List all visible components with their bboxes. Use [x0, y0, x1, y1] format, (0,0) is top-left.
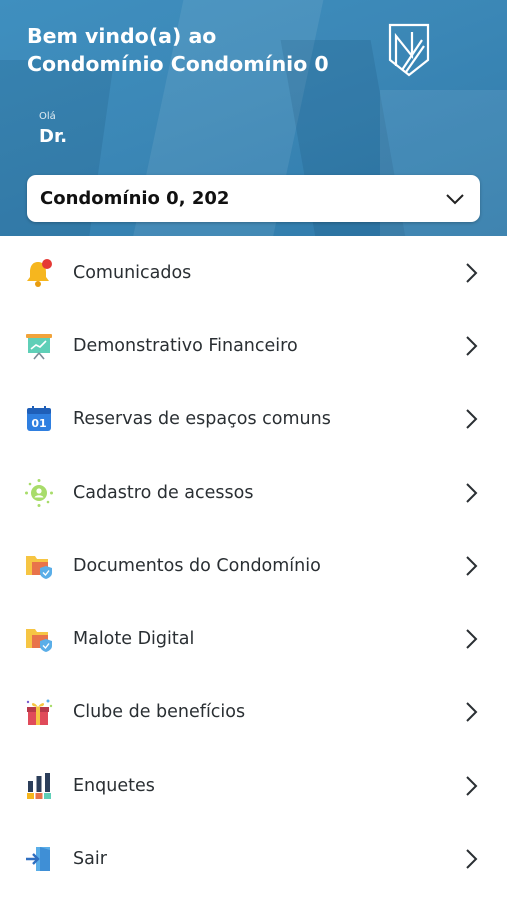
access-user-icon	[24, 478, 54, 508]
menu-item-label: Enquetes	[73, 775, 155, 796]
financial-chart-board-icon	[24, 331, 54, 361]
chevron-right-icon	[466, 849, 478, 869]
menu-item-clube-beneficios[interactable]: Clube de benefícios	[0, 676, 507, 749]
menu-item-demonstrativo-financeiro[interactable]: Demonstrativo Financeiro	[0, 309, 507, 382]
chevron-right-icon	[466, 336, 478, 356]
menu-item-comunicados[interactable]: Comunicados	[0, 236, 507, 309]
chevron-right-icon	[466, 556, 478, 576]
menu-item-sair[interactable]: Sair	[0, 822, 507, 895]
gift-box-icon	[24, 697, 54, 727]
welcome-title: Bem vindo(a) ao Condomínio Condomínio 0	[27, 22, 329, 78]
calendar-icon: 01	[24, 404, 54, 434]
main-menu-list: Comunicados Demonstrativo Financeiro 01	[0, 236, 507, 896]
bell-notification-icon	[24, 258, 54, 288]
chevron-right-icon	[466, 629, 478, 649]
menu-item-label: Malote Digital	[73, 629, 195, 650]
chevron-right-icon	[466, 482, 478, 503]
folder-shield-icon	[24, 551, 54, 581]
unit-selector-value: Condomínio 0, 202	[40, 188, 230, 209]
unit-selector-dropdown[interactable]: Condomínio 0, 202	[27, 175, 480, 222]
welcome-line-2: Condomínio Condomínio 0	[27, 52, 329, 76]
menu-item-enquetes[interactable]: Enquetes	[0, 749, 507, 822]
chevron-down-icon	[446, 193, 464, 204]
user-name: Dr.	[39, 126, 68, 147]
chevron-right-icon	[466, 262, 478, 283]
logout-door-icon	[24, 844, 54, 874]
chevron-right-icon	[466, 776, 478, 796]
menu-item-label: Cadastro de acessos	[73, 482, 254, 503]
folder-shield-icon	[24, 624, 54, 654]
menu-item-label: Reservas de espaços comuns	[73, 409, 331, 430]
svg-text:01: 01	[31, 417, 46, 430]
menu-item-label: Documentos do Condomínio	[73, 555, 321, 576]
menu-item-reservas[interactable]: 01 Reservas de espaços comuns	[0, 383, 507, 456]
menu-item-documentos[interactable]: Documentos do Condomínio	[0, 529, 507, 602]
menu-item-cadastro-acessos[interactable]: Cadastro de acessos	[0, 456, 507, 529]
menu-item-label: Demonstrativo Financeiro	[73, 335, 298, 356]
menu-item-label: Clube de benefícios	[73, 702, 246, 723]
greeting-label: Olá	[39, 111, 56, 122]
menu-item-malote-digital[interactable]: Malote Digital	[0, 602, 507, 675]
menu-item-label: Comunicados	[73, 262, 192, 283]
menu-item-label: Sair	[73, 849, 107, 870]
welcome-line-1: Bem vindo(a) ao	[27, 24, 217, 48]
brand-logo-icon	[388, 23, 430, 77]
chevron-right-icon	[466, 409, 478, 429]
header-banner: Bem vindo(a) ao Condomínio Condomínio 0 …	[0, 0, 507, 236]
chevron-right-icon	[466, 702, 478, 723]
poll-bars-icon	[24, 771, 54, 801]
